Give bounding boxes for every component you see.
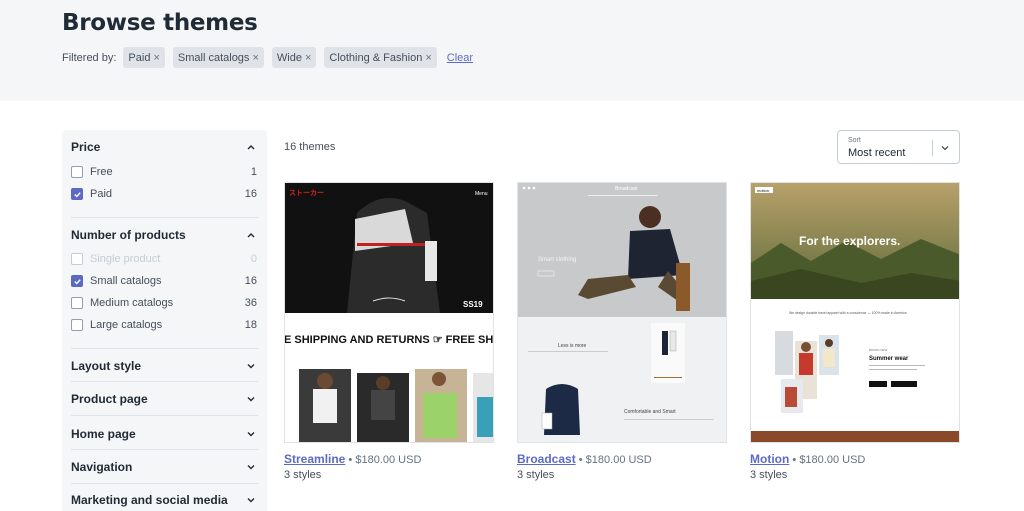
filter-option-medium-catalogs[interactable]: Medium catalogs 36	[71, 295, 257, 311]
theme-price: $180.00 USD	[355, 454, 422, 466]
preview-subtext: We design durable travel apparel with a …	[789, 311, 907, 315]
separator-dot: •	[792, 454, 797, 466]
check-icon	[73, 278, 81, 285]
price-section-header[interactable]: Price	[71, 140, 100, 154]
theme-preview-broadcast[interactable]: Broadcast Smart clothing Less is more Co…	[517, 182, 727, 443]
marketing-social-header[interactable]: Marketing and social media	[71, 493, 228, 507]
preview-tile-text: Comfortable and Smart	[624, 409, 676, 415]
theme-meta: Broadcast • $180.00 USD	[517, 452, 652, 466]
separator-dot: •	[578, 454, 583, 466]
check-icon	[73, 191, 81, 198]
home-page-header[interactable]: Home page	[71, 427, 136, 441]
remove-icon[interactable]: ×	[305, 52, 311, 64]
preview-eyebrow: BRAND NEW	[869, 348, 888, 352]
layout-style-header[interactable]: Layout style	[71, 359, 141, 373]
theme-price: $180.00 USD	[799, 454, 866, 466]
sort-value: Most recent	[848, 147, 906, 159]
sort-label: Sort	[848, 137, 861, 144]
chevron-down-icon[interactable]	[246, 462, 256, 472]
preview-banner: E SHIPPING AND RETURNS ☞ FREE SH	[285, 334, 493, 346]
divider	[71, 348, 258, 349]
checkbox-checked[interactable]	[71, 275, 83, 287]
page-header: Browse themes Filtered by: Paid × Small c…	[0, 0, 1024, 101]
divider	[71, 483, 258, 484]
clear-filters-link[interactable]: Clear	[447, 52, 473, 64]
chevron-up-icon[interactable]	[246, 230, 256, 240]
filter-label: Filtered by:	[62, 51, 117, 64]
theme-preview-streamline[interactable]: ストーカー Menu SS19 E SHIPPING AND RETURNS ☞…	[284, 182, 494, 443]
filter-option-large-catalogs[interactable]: Large catalogs 18	[71, 317, 257, 333]
theme-preview-image: ストーカー Menu SS19 E SHIPPING AND RETURNS ☞…	[285, 183, 493, 442]
product-page-header[interactable]: Product page	[71, 392, 148, 406]
filter-option-free[interactable]: Free 1	[71, 164, 257, 180]
chevron-up-icon[interactable]	[246, 142, 256, 152]
checkbox-disabled	[71, 253, 83, 265]
number-of-products-header[interactable]: Number of products	[71, 228, 186, 242]
remove-icon[interactable]: ×	[425, 52, 431, 64]
preview-tile-text: Less is more	[558, 343, 587, 349]
checkbox[interactable]	[71, 319, 83, 331]
filter-sidebar: Price Free 1 Paid 16 Number of products …	[62, 130, 267, 511]
chevron-down-icon[interactable]	[246, 394, 256, 404]
preview-logo: motion	[757, 188, 769, 193]
preview-badge: SS19	[463, 300, 483, 309]
checkbox[interactable]	[71, 297, 83, 309]
filter-chip-paid[interactable]: Paid ×	[123, 47, 165, 68]
filter-option-paid[interactable]: Paid 16	[71, 186, 257, 202]
preview-logo: Broadcast	[615, 186, 638, 192]
sort-separator	[932, 140, 933, 156]
chevron-down-icon[interactable]	[246, 429, 256, 439]
filter-chip-small-catalogs[interactable]: Small catalogs ×	[172, 47, 264, 68]
separator-dot: •	[348, 454, 353, 466]
theme-styles-count: 3 styles	[517, 469, 555, 481]
chevron-down-icon[interactable]	[246, 495, 256, 505]
checkbox[interactable]	[71, 166, 83, 178]
preview-logo: ストーカー	[289, 189, 324, 197]
theme-name-link[interactable]: Streamline	[284, 452, 345, 466]
divider	[71, 449, 258, 450]
filter-chip-wide[interactable]: Wide ×	[271, 47, 317, 68]
theme-preview-image: motion For the explorers. We design dura…	[751, 183, 959, 442]
results-count: 16 themes	[284, 141, 336, 153]
preview-nav: Menu	[475, 191, 488, 197]
filter-option-single-product: Single product 0	[71, 251, 257, 267]
chevron-down-icon[interactable]	[940, 143, 950, 153]
theme-name-link[interactable]: Motion	[750, 452, 789, 466]
theme-price: $180.00 USD	[585, 454, 652, 466]
theme-preview-image: Broadcast Smart clothing Less is more Co…	[518, 183, 726, 442]
chevron-down-icon[interactable]	[246, 361, 256, 371]
theme-styles-count: 3 styles	[750, 469, 788, 481]
divider	[71, 381, 258, 382]
theme-meta: Streamline • $180.00 USD	[284, 452, 421, 466]
theme-meta: Motion • $180.00 USD	[750, 452, 865, 466]
checkbox-checked[interactable]	[71, 188, 83, 200]
preview-hero-text: Smart clothing	[538, 257, 576, 263]
filter-chip-clothing-fashion[interactable]: Clothing & Fashion ×	[324, 47, 437, 68]
theme-preview-motion[interactable]: motion For the explorers. We design dura…	[750, 182, 960, 443]
page-title: Browse themes	[62, 10, 258, 36]
remove-icon[interactable]: ×	[252, 52, 258, 64]
divider	[71, 415, 258, 416]
divider	[71, 217, 258, 218]
preview-hero-text: For the explorers.	[799, 234, 900, 248]
sort-select[interactable]: Sort Most recent	[837, 130, 960, 164]
remove-icon[interactable]: ×	[153, 52, 159, 64]
filter-option-small-catalogs[interactable]: Small catalogs 16	[71, 273, 257, 289]
navigation-header[interactable]: Navigation	[71, 460, 132, 474]
preview-section-title: Summer wear	[869, 356, 909, 362]
theme-styles-count: 3 styles	[284, 469, 322, 481]
active-filters: Filtered by: Paid × Small catalogs × Wide ×…	[62, 47, 473, 68]
theme-name-link[interactable]: Broadcast	[517, 452, 576, 466]
